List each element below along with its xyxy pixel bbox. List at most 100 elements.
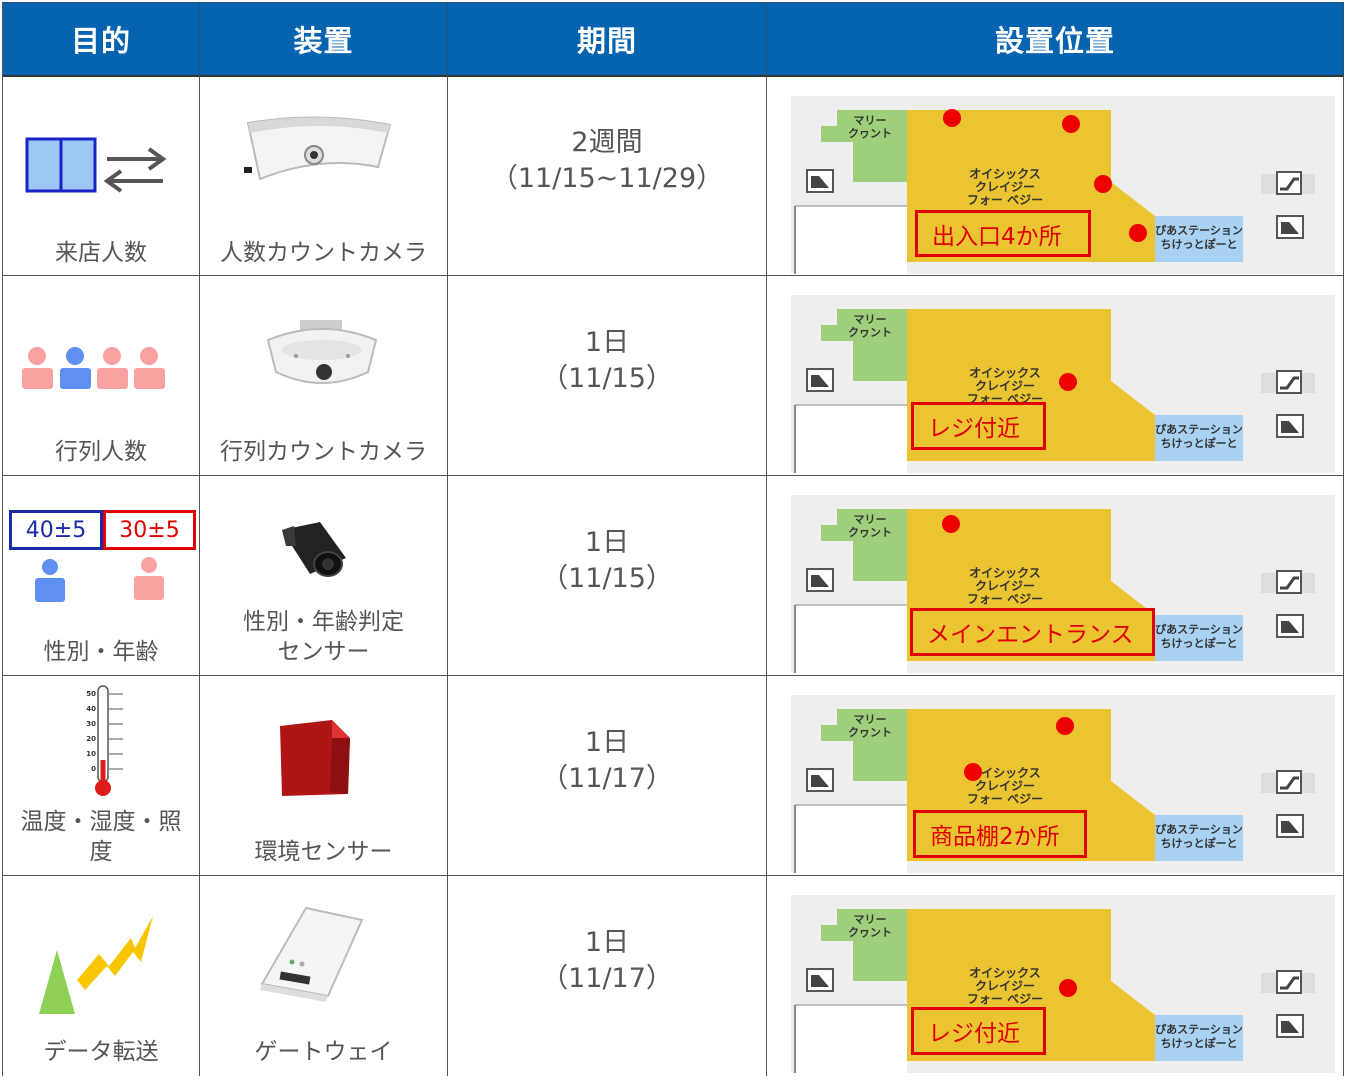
gateway-image <box>260 906 364 1002</box>
blue-shop-label: ぴあステーション <box>1155 1023 1243 1036</box>
device-table: 目的 装置 期間 設置位置 来店人数 人数カウントカメラ 2週間 （11/15~… <box>2 2 1344 1076</box>
yellow-shop-label: クレイジー <box>975 379 1035 393</box>
row1-location: マリー クヮント オイシックス クレイジー フォー ベジー ぴあステーション ちけっとぽーと… <box>767 75 1344 275</box>
floor-map: マリー クヮント オイシックス クレイジー フォー ベジー ぴあステーション ちけっとぽーと <box>791 895 1335 1073</box>
period-duration: 1日 <box>584 726 630 758</box>
yellow-shop-label: フォー ベジー <box>967 792 1043 806</box>
green-shop-label: クヮント <box>848 526 892 539</box>
green-shop-label: クヮント <box>848 127 892 140</box>
location-tag: 出入口4か所 <box>915 210 1091 257</box>
green-shop-label: クヮント <box>848 726 892 739</box>
device-label-line1: 性別・年齢判定 <box>243 609 404 635</box>
queue-camera-image <box>266 320 378 384</box>
row2-location: マリー クヮント オイシックス クレイジー フォー ベジー ぴあステーション ちけっとぽーと… <box>767 275 1344 475</box>
yellow-shop-label: クレイジー <box>975 979 1035 993</box>
blue-shop-label: ちけっとぽーと <box>1161 1036 1238 1050</box>
blue-shop-label: ぴあステーション <box>1155 224 1243 237</box>
yellow-shop-label: クレイジー <box>975 779 1035 793</box>
location-tag: 商品棚2か所 <box>913 810 1087 858</box>
row4-period: 1日 （11/17） <box>448 675 767 875</box>
map-walkway <box>795 405 907 473</box>
row5-purpose: データ転送 <box>3 875 200 1076</box>
floor-map-svg: マリークヮントオイシックスクレイジーフォー ベジーぴあステーションちけっとぽーと <box>791 295 1335 473</box>
blue-shop-label: ぴあステーション <box>1155 823 1243 836</box>
yellow-shop-label: オイシックス <box>969 167 1041 181</box>
environment-sensor-image <box>280 720 350 796</box>
row3-purpose: 40±5 30±5 性別・年齢 <box>3 475 200 675</box>
period-dates: （11/15） <box>541 562 673 594</box>
yellow-shop-label: クレイジー <box>975 180 1035 194</box>
yellow-shop-label: オイシックス <box>969 566 1041 580</box>
yellow-shop-label: フォー ベジー <box>967 592 1043 606</box>
male-person-icon <box>35 559 65 602</box>
yellow-shop-label: クレイジー <box>975 579 1035 593</box>
queue-people-icon <box>22 347 165 389</box>
green-shop-label: マリー <box>854 313 887 326</box>
purpose-label-line1: 温度・湿度・照 <box>20 809 182 835</box>
blue-shop-label: ぴあステーション <box>1155 423 1243 436</box>
row5-device: ゲートウェイ <box>200 875 448 1076</box>
purpose-label: 性別・年齢 <box>43 639 159 665</box>
period-duration: 1日 <box>584 927 630 958</box>
yellow-shop-label: オイシックス <box>969 966 1041 980</box>
row1-device: 人数カウントカメラ <box>200 75 448 275</box>
purpose-label-line2: 度 <box>89 839 113 865</box>
data-transfer-icon <box>39 916 153 1014</box>
sensor-dot <box>964 763 982 781</box>
blue-shop-label: ちけっとぽーと <box>1161 836 1238 850</box>
green-shop-label: マリー <box>854 513 887 526</box>
age-male-box: 40±5 <box>9 510 103 550</box>
age-female-box: 30±5 <box>103 510 196 550</box>
header-device: 装置 <box>200 2 448 75</box>
period-duration: 1日 <box>584 326 630 358</box>
yellow-shop-label: フォー ベジー <box>967 193 1043 207</box>
sensor-dot <box>1129 224 1147 242</box>
period-dates: （11/17） <box>541 963 673 994</box>
map-walkway <box>795 1005 907 1073</box>
location-tag: メインエントランス <box>910 608 1155 656</box>
sensor-dot <box>942 515 960 533</box>
yellow-shop-label: フォー ベジー <box>967 992 1043 1006</box>
device-label: 環境センサー <box>254 839 393 865</box>
device-label: 人数カウントカメラ <box>220 240 427 266</box>
floor-map-svg: マリークヮントオイシックスクレイジーフォー ベジーぴあステーションちけっとぽーと <box>791 895 1335 1073</box>
row4-location: マリー クヮント オイシックス クレイジー フォー ベジー ぴあステーション ちけっとぽーと… <box>767 675 1344 875</box>
thermo-tick: 50 <box>86 690 96 698</box>
thermo-tick: 20 <box>86 735 96 743</box>
floor-map: マリー クヮント オイシックス クレイジー フォー ベジー ぴあステーション ちけっとぽーと <box>791 295 1335 473</box>
green-shop-label: マリー <box>854 713 887 726</box>
blue-shop-label: ちけっとぽーと <box>1161 237 1238 251</box>
row1-period: 2週間 （11/15~11/29） <box>448 75 767 275</box>
sensor-dot <box>1062 115 1080 133</box>
thermo-tick: 10 <box>86 750 96 758</box>
row3-period: 1日 （11/15） <box>448 475 767 675</box>
blue-shop-label: ちけっとぽーと <box>1161 436 1238 450</box>
female-person-icon <box>134 557 164 600</box>
row2-purpose: 行列人数 <box>3 275 200 475</box>
period-dates: （11/15） <box>541 362 673 394</box>
row1-purpose: 来店人数 <box>3 75 200 275</box>
row4-device: 環境センサー <box>200 675 448 875</box>
map-walkway <box>795 805 907 873</box>
row2-period: 1日 （11/15） <box>448 275 767 475</box>
purpose-label: データ転送 <box>43 1039 159 1065</box>
sensor-dot <box>1056 717 1074 735</box>
period-duration: 2週間 <box>571 127 643 158</box>
row5-location: マリー クヮント オイシックス クレイジー フォー ベジー ぴあステーション ちけっとぽーと… <box>767 875 1344 1076</box>
thermo-tick: 30 <box>86 720 96 728</box>
period-dates: （11/15~11/29） <box>490 163 724 194</box>
location-tag: レジ付近 <box>911 402 1046 450</box>
header-period: 期間 <box>448 2 767 75</box>
yellow-shop-label: オイシックス <box>969 366 1041 380</box>
device-label: 行列カウントカメラ <box>220 439 427 465</box>
blue-shop-label: ちけっとぽーと <box>1161 636 1238 650</box>
device-label-line2: センサー <box>277 639 370 665</box>
row5-period: 1日 （11/17） <box>448 875 767 1076</box>
counting-camera-image <box>244 116 392 181</box>
period-dates: （11/17） <box>541 762 673 794</box>
sensor-dot <box>1059 373 1077 391</box>
location-tag: レジ付近 <box>911 1007 1046 1055</box>
blue-shop-label: ぴあステーション <box>1155 623 1243 636</box>
door-counter-icon <box>25 137 167 193</box>
sensor-dot <box>1094 175 1112 193</box>
